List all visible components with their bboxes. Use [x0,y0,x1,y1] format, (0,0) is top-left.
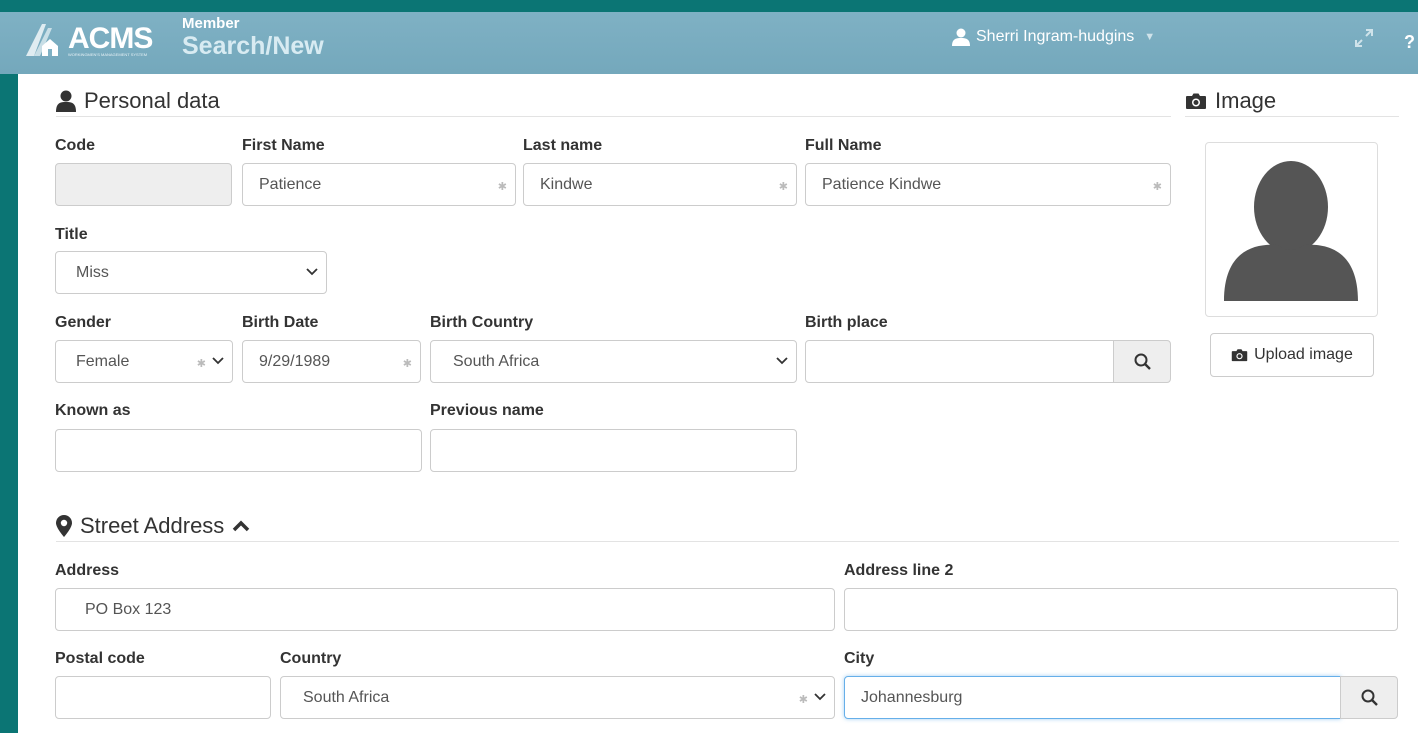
chevron-down-icon [776,357,788,365]
chevron-down-icon [306,268,318,276]
gender-value: Female [76,352,130,370]
divider [1185,116,1399,117]
full-name-label: Full Name [805,137,882,154]
upload-image-label: Upload image [1254,346,1353,363]
chevron-up-icon[interactable] [232,519,250,533]
country-label: Country [280,650,342,667]
birth-country-value: South Africa [453,352,540,370]
personal-data-title: Personal data [84,88,220,113]
birth-country-select[interactable]: South Africa [430,340,797,383]
help-button[interactable]: ? [1404,32,1415,53]
house-hand-icon [26,24,58,56]
title-select[interactable]: Miss [55,251,327,294]
caret-down-icon: ▼ [1144,31,1156,43]
chevron-down-icon [212,357,224,365]
city-value: Johannesburg [861,688,963,706]
map-marker-icon [56,515,72,537]
member-photo [1205,142,1378,317]
birth-place-field[interactable] [805,340,1115,383]
street-address-title: Street Address [80,513,225,538]
required-icon: ✱ [1152,181,1162,193]
camera-icon [1186,93,1206,109]
required-icon: ✱ [196,358,206,370]
known-as-field[interactable] [55,429,422,472]
user-icon [952,28,970,46]
city-field[interactable]: Johannesburg [844,676,1341,719]
module-main-title: Search/New [182,32,324,60]
first-name-field[interactable]: Patience ✱ [242,163,516,206]
country-value: South Africa [303,688,390,706]
address-label: Address [55,562,120,579]
upload-image-button[interactable]: Upload image [1210,333,1374,377]
birth-place-search-button[interactable] [1113,340,1171,383]
user-menu[interactable]: Sherri Ingram-hudgins ▼ [952,28,1155,46]
divider [56,116,1171,117]
search-icon [1134,353,1151,370]
acms-logo[interactable]: ACMS WORKINGMEN'S MANAGEMENT SYSTEM [20,18,160,60]
previous-name-label: Previous name [430,402,544,419]
birth-date-label: Birth Date [242,314,319,331]
birth-country-label: Birth Country [430,314,534,331]
full-name-value: Patience Kindwe [822,175,942,193]
address-field[interactable]: PO Box 123 [55,588,835,631]
city-label: City [844,650,875,667]
birth-place-label: Birth place [805,314,888,331]
brand-tagline: WORKINGMEN'S MANAGEMENT SYSTEM [68,52,148,57]
app-header: ACMS WORKINGMEN'S MANAGEMENT SYSTEM Memb… [0,0,1418,74]
title-value: Miss [76,263,109,281]
required-icon: ✱ [497,181,507,193]
address-line2-label: Address line 2 [844,562,954,579]
city-search-button[interactable] [1340,676,1398,719]
full-name-field[interactable]: Patience Kindwe ✱ [805,163,1171,206]
postal-code-label: Postal code [55,650,145,667]
address-line2-field[interactable] [844,588,1398,631]
member-form: Personal data Code First Name Last name … [18,74,1418,733]
address-value: PO Box 123 [85,600,172,618]
street-address-heading[interactable]: Street Address [56,513,250,539]
first-name-value: Patience [259,175,322,193]
image-title: Image [1215,88,1277,113]
brand-name: ACMS [68,22,153,55]
search-icon [1361,689,1378,706]
divider [56,541,1399,542]
previous-name-field[interactable] [430,429,797,472]
image-heading: Image [1185,88,1276,114]
gender-label: Gender [55,314,112,331]
module-title: Member Search/New [182,15,324,61]
known-as-label: Known as [55,402,131,419]
code-field[interactable] [55,163,232,206]
postal-code-field[interactable] [55,676,271,719]
required-icon: ✱ [798,694,808,706]
birth-date-field[interactable]: 9/29/1989 ✱ [242,340,421,383]
user-name: Sherri Ingram-hudgins [976,28,1135,45]
required-icon: ✱ [402,358,412,370]
avatar-placeholder-icon [1224,161,1358,301]
expand-icon[interactable] [1352,26,1376,50]
module-subtitle: Member [182,15,240,32]
required-icon: ✱ [778,181,788,193]
last-name-field[interactable]: Kindwe ✱ [523,163,797,206]
personal-data-heading: Personal data [56,88,220,114]
first-name-label: First Name [242,137,325,154]
last-name-label: Last name [523,137,603,154]
country-select[interactable]: South Africa ✱ [280,676,835,719]
user-icon [56,90,76,112]
code-label: Code [55,137,95,154]
chevron-down-icon [814,693,826,701]
camera-icon [1231,349,1248,362]
gender-select[interactable]: Female ✱ [55,340,233,383]
title-label: Title [55,226,88,243]
birth-date-value: 9/29/1989 [259,352,331,370]
last-name-value: Kindwe [540,175,593,193]
